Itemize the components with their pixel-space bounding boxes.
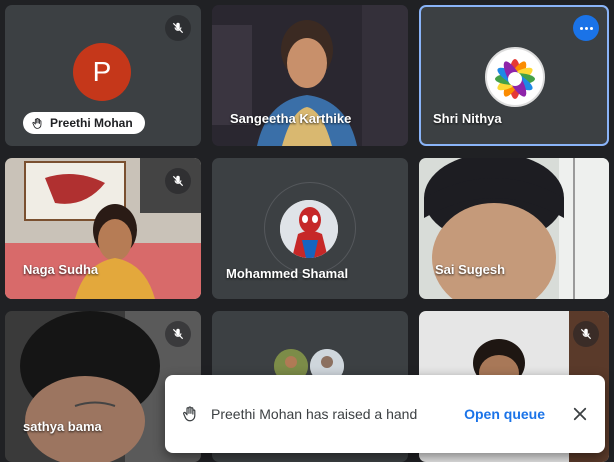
participant-name: sathya bama xyxy=(23,419,102,434)
participant-name: Shri Nithya xyxy=(433,111,502,126)
spiderman-avatar-icon xyxy=(280,200,338,258)
notification-message: Preethi Mohan has raised a hand xyxy=(211,406,418,422)
participant-video xyxy=(419,158,609,299)
participant-tile-shri-nithya[interactable]: Shri Nithya xyxy=(419,5,609,146)
hand-icon xyxy=(183,406,196,422)
raised-hand-badge: Preethi Mohan xyxy=(23,112,145,134)
avatar xyxy=(485,47,545,107)
mic-off-icon xyxy=(165,15,191,41)
avatar: P xyxy=(73,43,131,101)
participant-name: Sai Sugesh xyxy=(435,262,506,277)
participant-name: Mohammed Shamal xyxy=(226,266,349,281)
mic-off-icon xyxy=(573,321,599,347)
mic-off-icon xyxy=(165,321,191,347)
participant-name: Naga Sudha xyxy=(23,262,99,277)
avatar xyxy=(280,200,338,258)
open-queue-button[interactable]: Open queue xyxy=(464,406,545,422)
participant-tile-sangeetha[interactable]: Sangeetha Karthike xyxy=(212,5,408,146)
participant-tile-preethi[interactable]: P Preethi Mohan xyxy=(5,5,201,146)
close-icon[interactable] xyxy=(571,405,589,423)
participant-tile-sai-sugesh[interactable]: Sai Sugesh xyxy=(419,158,609,299)
flower-avatar-icon xyxy=(495,59,535,99)
more-options-button[interactable] xyxy=(573,15,599,41)
mic-off-icon xyxy=(165,168,191,194)
raised-hand-notification: Preethi Mohan has raised a hand Open que… xyxy=(165,375,605,453)
participant-name: Sangeetha Karthike xyxy=(230,111,352,126)
participant-tile-mohammed-shamal[interactable]: Mohammed Shamal xyxy=(212,158,408,299)
hand-icon xyxy=(32,117,42,129)
participant-name: Preethi Mohan xyxy=(50,116,133,130)
participant-tile-naga-sudha[interactable]: Naga Sudha xyxy=(5,158,201,299)
